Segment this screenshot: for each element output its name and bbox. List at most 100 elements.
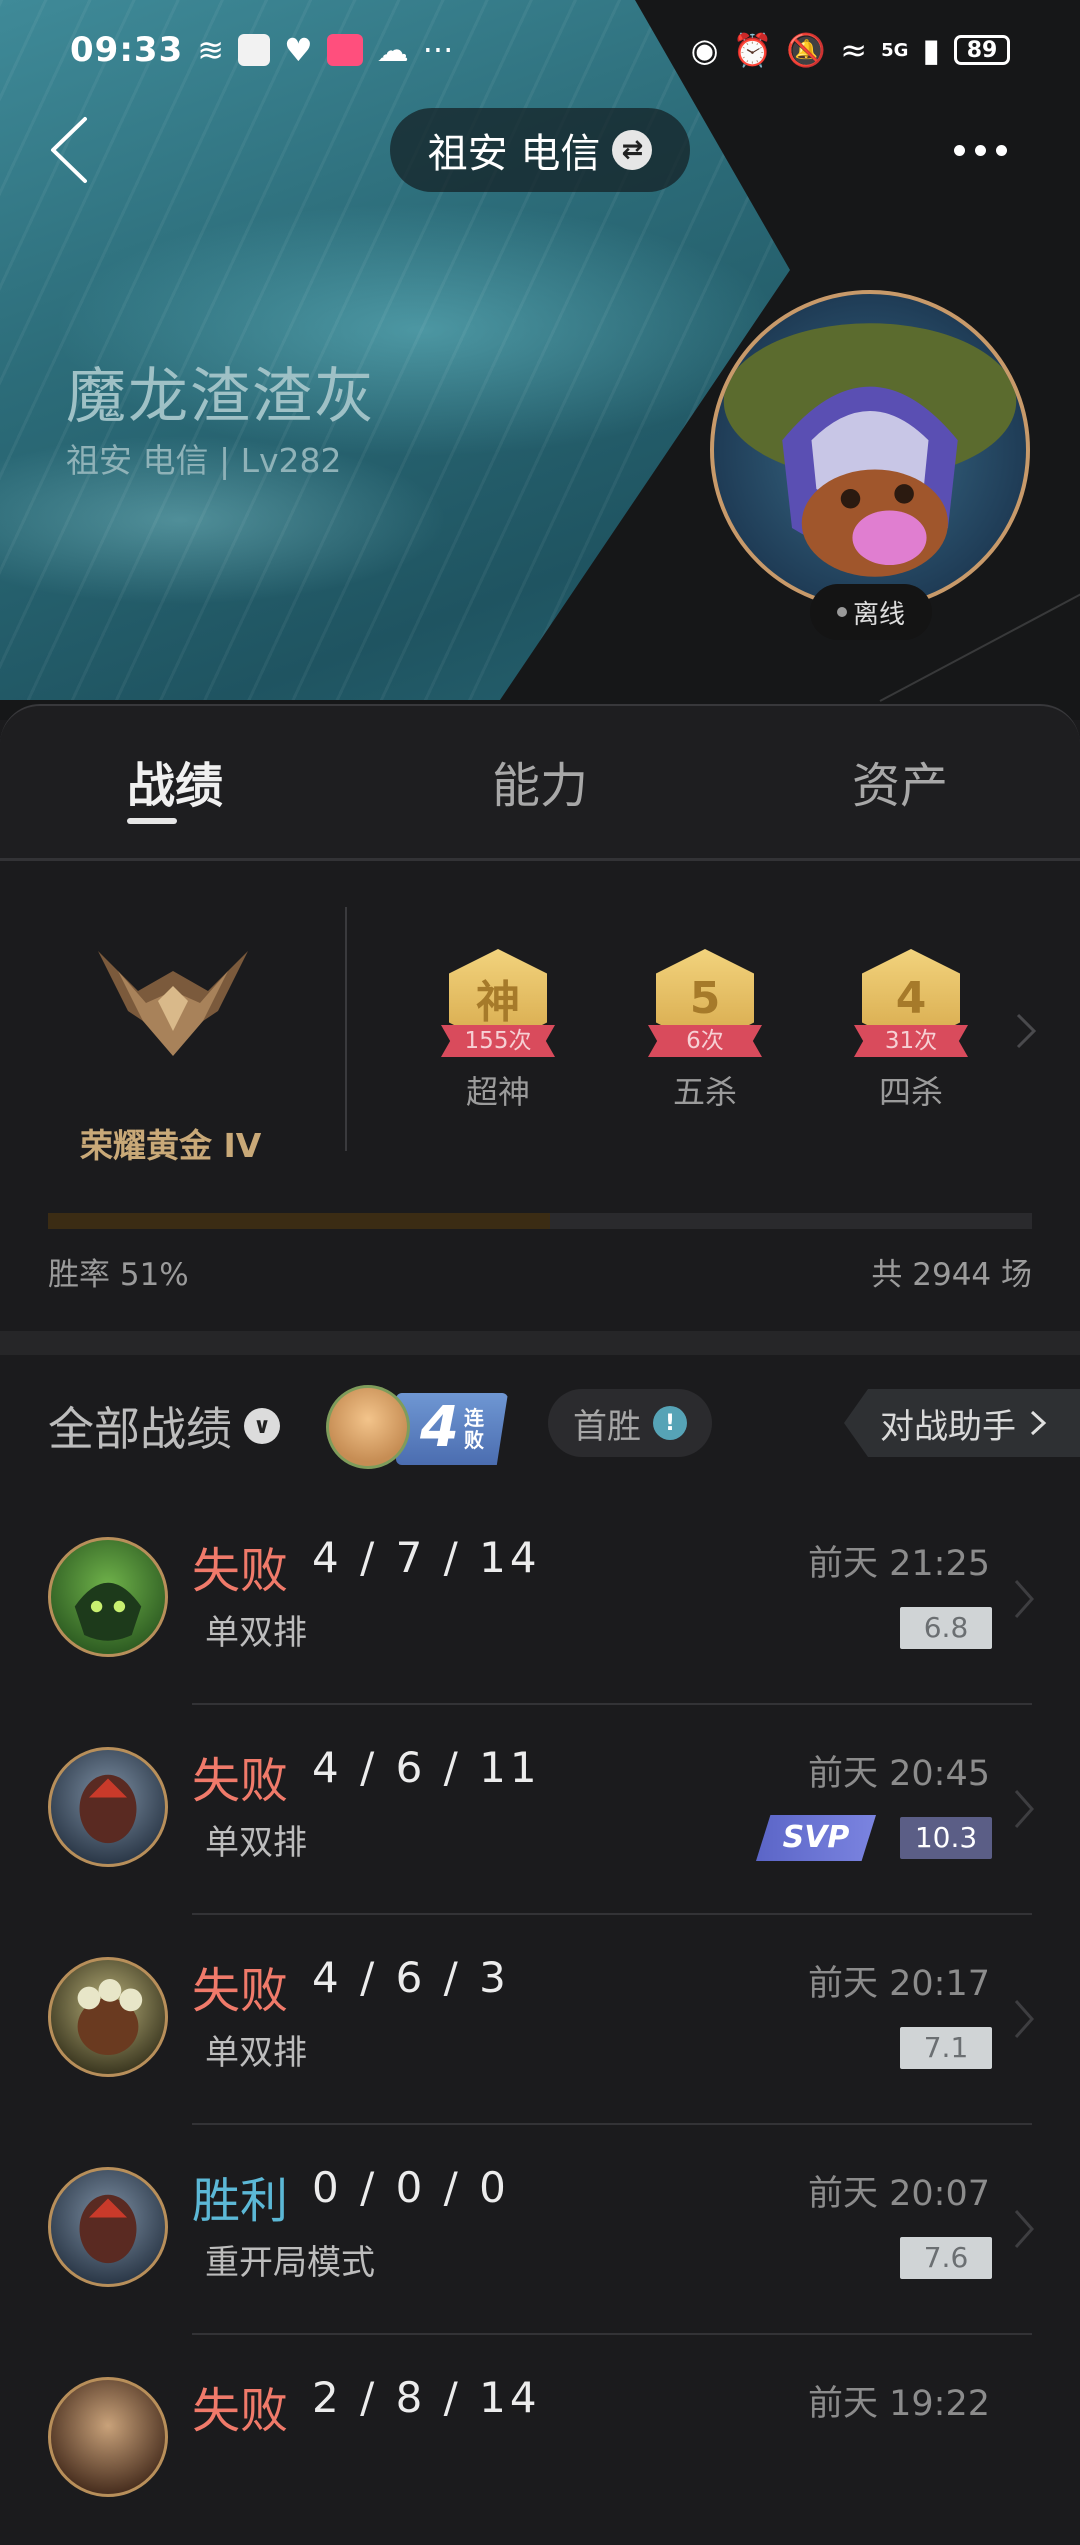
rank-summary: 荣耀黄金 IV 神 155次 超神 5 6次 五杀 4 31次 四杀 胜率 51… bbox=[0, 861, 1080, 1331]
all-records-dropdown[interactable]: 全部战绩 ∨ bbox=[48, 1393, 280, 1459]
alarm-icon: ⏰ bbox=[732, 31, 773, 69]
losing-streak-badge[interactable]: 4 连败 bbox=[326, 1375, 512, 1475]
player-server-level: 祖安 电信 | Lv282 bbox=[66, 441, 342, 480]
info-icon: ! bbox=[653, 1406, 687, 1440]
heart-icon: ♥ bbox=[284, 31, 313, 69]
status-dot bbox=[836, 607, 847, 617]
chevron-right-icon bbox=[1014, 2000, 1035, 2038]
match-time: 前天 19:22 bbox=[808, 2384, 990, 2424]
status-time: 09:33 bbox=[70, 30, 184, 70]
match-kda: 0 / 0 / 0 bbox=[312, 2163, 510, 2212]
shop-app-icon bbox=[326, 34, 363, 66]
mascot-icon bbox=[326, 1385, 410, 1469]
match-kda: 2 / 8 / 14 bbox=[312, 2373, 541, 2422]
player-nickname: 魔龙渣渣灰 bbox=[66, 362, 376, 432]
match-mode: 单双排 bbox=[205, 2033, 307, 2073]
winrate-label: 胜率 51% bbox=[48, 1257, 189, 1293]
chevron-right-icon bbox=[1014, 1790, 1035, 1828]
champion-icon bbox=[48, 1957, 168, 2077]
tab-ability[interactable]: 能力 bbox=[492, 746, 588, 816]
champion-icon bbox=[48, 1747, 168, 1867]
match-kda: 4 / 7 / 14 bbox=[312, 1533, 541, 1582]
match-kda: 4 / 6 / 3 bbox=[312, 1953, 510, 2002]
badge-symbol: 5 bbox=[689, 972, 721, 1024]
svp-badge: SVP bbox=[756, 1815, 876, 1861]
champion-portrait bbox=[723, 323, 1017, 577]
more-notifications-icon: ··· bbox=[422, 31, 454, 69]
match-score: 7.6 bbox=[900, 2237, 992, 2279]
match-score: 6.8 bbox=[900, 1607, 992, 1649]
tab-active-indicator bbox=[127, 818, 177, 824]
badges-more-chevron-icon[interactable] bbox=[1010, 1011, 1040, 1051]
more-button[interactable] bbox=[940, 120, 1020, 180]
more-dot bbox=[974, 144, 986, 156]
cell-signal-icon: ▮ bbox=[922, 31, 940, 69]
profile-tabs: 战绩 能力 资产 bbox=[0, 704, 1080, 860]
match-row[interactable]: 失败 4 / 6 / 11 单双排 前天 20:45 SVP 10.3 bbox=[0, 1705, 1080, 1915]
match-time: 前天 21:25 bbox=[808, 1544, 990, 1584]
battle-assistant-button[interactable]: 对战助手 bbox=[844, 1389, 1080, 1457]
match-row[interactable]: 失败 2 / 8 / 14 前天 19:22 bbox=[0, 2335, 1080, 2545]
more-dot bbox=[995, 144, 1007, 156]
match-result: 失败 bbox=[192, 2383, 289, 2439]
signal-app-icon: ≋ bbox=[197, 31, 225, 69]
total-games: 共 2944 场 bbox=[871, 1257, 1032, 1293]
chevron-right-icon bbox=[1030, 1410, 1047, 1436]
rank-name: 荣耀黄金 IV bbox=[80, 1126, 262, 1165]
wechat-icon: ☁ bbox=[376, 31, 409, 69]
server-name: 祖安 电信 bbox=[427, 131, 601, 177]
server-switch-button[interactable]: 祖安 电信 ⇄ bbox=[390, 108, 690, 192]
network-label: 5G bbox=[881, 39, 909, 61]
winrate-bar bbox=[48, 1213, 1032, 1229]
match-result: 胜利 bbox=[192, 2173, 289, 2229]
rank-emblem-icon bbox=[98, 951, 248, 1056]
match-mode: 重开局模式 bbox=[205, 2243, 375, 2283]
tab-records[interactable]: 战绩 bbox=[127, 746, 223, 816]
back-button[interactable] bbox=[40, 110, 100, 190]
match-time: 前天 20:45 bbox=[808, 1754, 990, 1794]
first-win-label: 首胜 bbox=[573, 1406, 641, 1447]
badge-count: 31次 bbox=[854, 1025, 968, 1057]
match-time: 前天 20:17 bbox=[808, 1964, 990, 2004]
champion-icon bbox=[48, 2377, 168, 2497]
section-divider bbox=[0, 1331, 1080, 1355]
match-row[interactable]: 失败 4 / 7 / 14 单双排 前天 21:25 6.8 bbox=[0, 1495, 1080, 1705]
match-row[interactable]: 失败 4 / 6 / 3 单双排 前天 20:17 7.1 bbox=[0, 1915, 1080, 2125]
chevron-right-icon bbox=[1014, 1580, 1035, 1618]
match-row[interactable]: 胜利 0 / 0 / 0 重开局模式 前天 20:07 7.6 bbox=[0, 2125, 1080, 2335]
badge-count: 155次 bbox=[441, 1025, 555, 1057]
badge-pentakill[interactable]: 5 6次 五杀 bbox=[630, 949, 780, 1113]
player-avatar[interactable] bbox=[710, 290, 1030, 610]
match-result: 失败 bbox=[192, 1753, 289, 1809]
match-score: 10.3 bbox=[900, 1817, 992, 1859]
match-list: 失败 4 / 7 / 14 单双排 前天 21:25 6.8 失败 4 / 6 … bbox=[0, 1495, 1080, 2545]
swap-icon: ⇄ bbox=[612, 130, 653, 170]
badge-symbol: 神 bbox=[476, 977, 520, 1028]
champion-icon bbox=[48, 1537, 168, 1657]
online-status-label: 离线 bbox=[852, 599, 905, 630]
app-notification-icon bbox=[238, 34, 271, 66]
status-bar: 09:33 ≋ ♥ ☁ ··· ◉ ⏰ 🔕 ≈ 5G ▮ 89 bbox=[0, 0, 1080, 100]
badge-legendary[interactable]: 神 155次 超神 bbox=[423, 949, 573, 1113]
match-mode: 单双排 bbox=[205, 1613, 307, 1653]
match-result: 失败 bbox=[192, 1963, 289, 2019]
profile-hero: 09:33 ≋ ♥ ☁ ··· ◉ ⏰ 🔕 ≈ 5G ▮ 89 祖安 电信 ⇄ bbox=[0, 0, 1080, 720]
winrate-bar-fill bbox=[48, 1213, 550, 1229]
online-status-badge: 离线 bbox=[810, 584, 932, 640]
streak-text: 连败 bbox=[464, 1406, 484, 1452]
tab-assets[interactable]: 资产 bbox=[852, 746, 948, 816]
champion-icon bbox=[48, 2167, 168, 2287]
eye-icon: ◉ bbox=[690, 31, 719, 69]
first-win-button[interactable]: 首胜 ! bbox=[548, 1389, 712, 1457]
chevron-down-icon: ∨ bbox=[244, 1408, 280, 1444]
badge-label: 超神 bbox=[465, 1073, 530, 1111]
mute-icon: 🔕 bbox=[786, 31, 827, 69]
battle-assistant-label: 对战助手 bbox=[880, 1406, 1016, 1447]
wifi-icon: ≈ bbox=[840, 31, 868, 69]
badge-label: 五杀 bbox=[672, 1073, 737, 1111]
badge-count: 6次 bbox=[648, 1025, 762, 1057]
badge-quadrakill[interactable]: 4 31次 四杀 bbox=[836, 949, 986, 1113]
records-filter-bar: 全部战绩 ∨ 4 连败 首胜 ! 对战助手 bbox=[0, 1355, 1080, 1495]
badge-label: 四杀 bbox=[878, 1073, 943, 1111]
badge-symbol: 4 bbox=[895, 972, 927, 1024]
